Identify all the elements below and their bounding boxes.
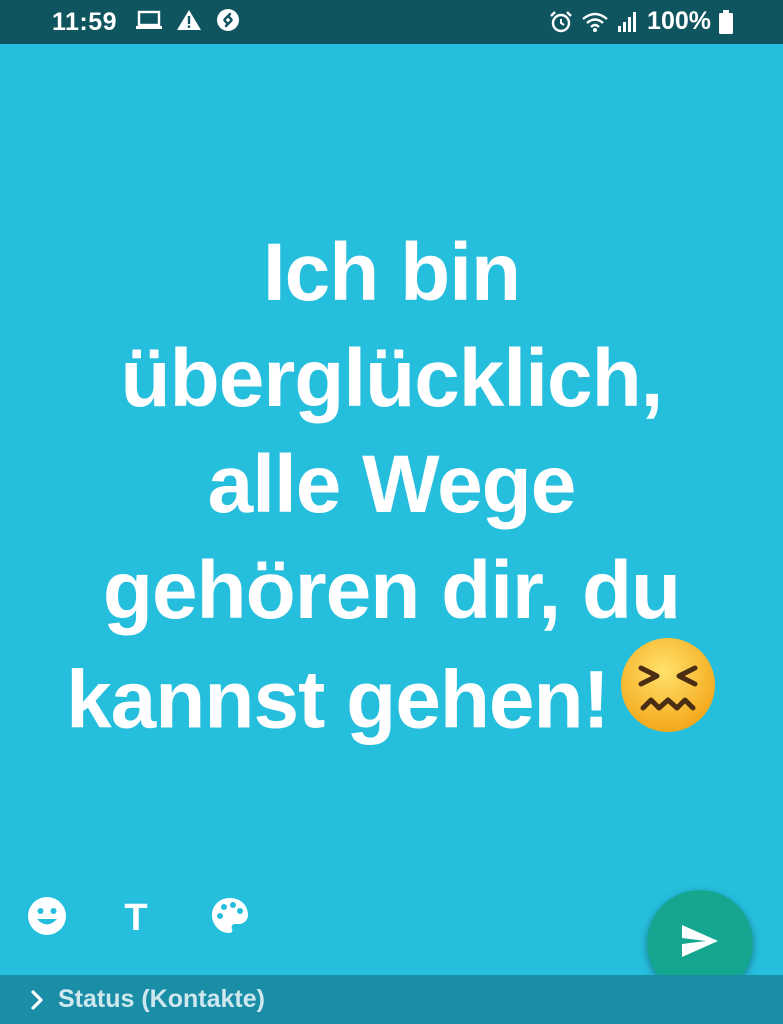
battery-percentage: 100% — [647, 7, 711, 35]
battery-icon — [719, 9, 733, 34]
status-audience-bar[interactable]: Status (Kontakte) — [0, 975, 783, 1024]
status-text-last-line: kannst gehen! — [20, 638, 763, 768]
emoji-icon — [27, 896, 67, 941]
warning-icon — [176, 9, 202, 31]
text-style-button[interactable]: T — [114, 896, 158, 940]
status-text-line: überglücklich, — [120, 333, 664, 424]
system-icons: 100% — [549, 7, 733, 36]
system-status-bar: 11:59 100% — [0, 0, 783, 44]
alarm-icon — [549, 10, 573, 34]
wifi-icon — [581, 11, 609, 33]
status-text-line: Ich bin — [262, 227, 521, 318]
status-text-canvas[interactable]: Ich bin überglücklich, alle Wege gehören… — [20, 220, 763, 768]
signal-icon — [617, 11, 639, 33]
laptop-icon — [136, 10, 162, 30]
emoji-button[interactable] — [25, 896, 69, 940]
chevron-right-icon — [30, 989, 44, 1011]
audience-label: Status (Kontakte) — [58, 985, 265, 1013]
status-text-line: alle Wege — [207, 439, 577, 530]
shazam-icon — [216, 8, 240, 32]
confounded-face-emoji — [619, 636, 717, 760]
send-icon — [680, 923, 720, 964]
notification-icons — [136, 8, 240, 32]
clock-time: 11:59 — [52, 8, 118, 36]
palette-icon — [210, 896, 250, 941]
status-text-line: gehören dir, du — [102, 545, 681, 636]
status-text-line: kannst gehen! — [66, 654, 610, 746]
color-palette-button[interactable] — [208, 896, 252, 940]
